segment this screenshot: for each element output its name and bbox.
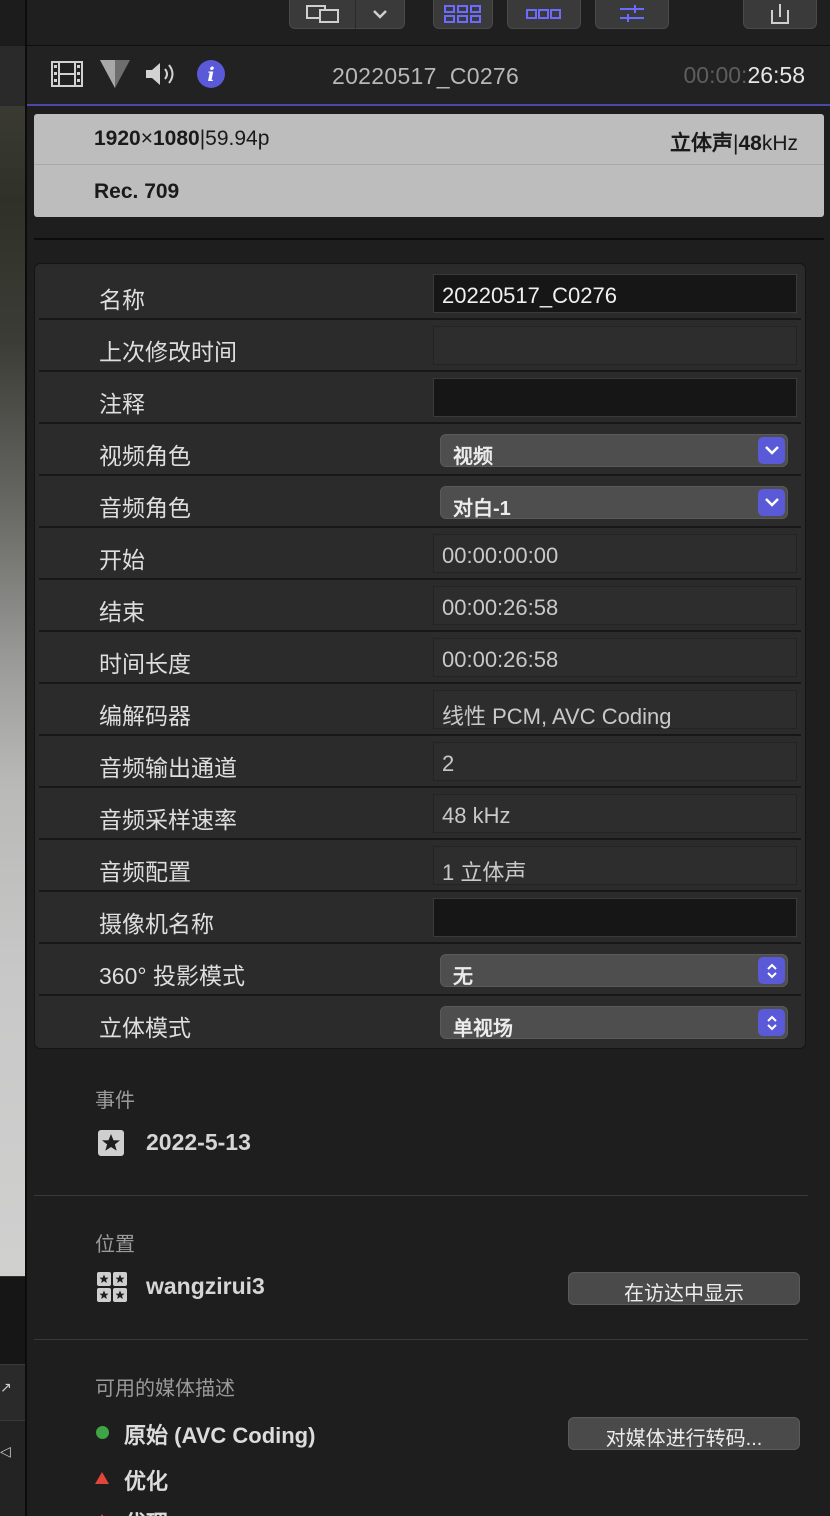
projection-mode-popup[interactable]: 无 — [440, 954, 788, 988]
location-section-title: 位置 — [95, 1234, 135, 1256]
svg-text:i: i — [207, 64, 214, 86]
viewer-fullscreen-button[interactable]: ↗ — [0, 1364, 25, 1420]
property-row-360-projection: 360° 投影模式 无 — [39, 944, 801, 996]
property-row-video-role: 视频角色 视频 — [39, 424, 801, 476]
arrow-out-icon: ↗ — [0, 1379, 12, 1395]
properties-table: 名称 20220517_C0276 上次修改时间 注释 视频角色 视频 音频角色… — [34, 263, 806, 1049]
audio-inspector-tab[interactable] — [145, 60, 177, 92]
clip-title: 20220517_C0276 — [332, 63, 520, 89]
audio-format: 立体声|48kHz — [670, 132, 798, 155]
color-space: Rec. 709 — [94, 180, 180, 203]
duration-field: 00:00:26:58 — [433, 638, 797, 677]
clip-summary: 1920×1080|59.94p 立体声|48kHz Rec. 709 — [34, 114, 824, 217]
property-row-camera-name: 摄像机名称 — [39, 892, 801, 944]
available-status-icon — [96, 1426, 109, 1439]
share-button[interactable] — [743, 0, 817, 29]
info-inspector-tab[interactable]: i — [195, 59, 227, 94]
property-row-duration: 时间长度 00:00:26:58 — [39, 632, 801, 684]
event-name: 2022-5-13 — [146, 1129, 251, 1155]
viewer-toolbar-edge — [0, 0, 25, 46]
library-icon — [96, 1271, 128, 1308]
start-field: 00:00:00:00 — [433, 534, 797, 573]
monitor-icon — [290, 0, 356, 29]
property-row-notes: 注释 — [39, 372, 801, 424]
audio-config-field: 1 立体声 — [433, 846, 797, 885]
speaker-icon — [144, 61, 178, 92]
grid-icon — [443, 5, 483, 23]
media-proxy: 代理 — [124, 1506, 168, 1516]
speaker-icon: ◁ — [0, 1443, 11, 1459]
property-row-audio-role: 音频角色 对白-1 — [39, 476, 801, 528]
video-role-dropdown[interactable]: 视频 — [440, 434, 788, 468]
viewer-header-edge — [0, 46, 25, 106]
reveal-in-finder-button[interactable]: 在访达中显示 — [568, 1272, 800, 1305]
toolbar — [27, 0, 830, 46]
event-section-title: 事件 — [95, 1090, 135, 1112]
timeline-icon — [526, 8, 562, 20]
property-row-audio-config: 音频配置 1 立体声 — [39, 840, 801, 892]
display-options-button[interactable] — [289, 0, 405, 29]
viewer-audio-button[interactable]: ◁ — [0, 1420, 25, 1516]
codecs-field: 线性 PCM, AVC Coding — [433, 690, 797, 729]
audio-role-dropdown[interactable]: 对白-1 — [440, 486, 788, 520]
chevron-down-icon — [758, 437, 785, 464]
camera-name-field[interactable] — [433, 898, 797, 937]
last-modified-field — [433, 326, 797, 365]
property-row-stereo-mode: 立体模式 单视场 — [39, 996, 801, 1048]
media-original: 原始 (AVC Coding) — [124, 1423, 316, 1448]
property-row-sample-rate: 音频采样速率 48 kHz — [39, 788, 801, 840]
section-divider — [34, 1339, 808, 1340]
film-strip-icon — [51, 60, 83, 92]
stereo-mode-popup[interactable]: 单视场 — [440, 1006, 788, 1040]
inspector-toggle-button[interactable] — [595, 0, 669, 29]
chevron-updown-icon — [758, 1009, 785, 1036]
media-section-title: 可用的媒体描述 — [95, 1378, 235, 1400]
property-row-codecs: 编解码器 线性 PCM, AVC Coding — [39, 684, 801, 736]
viewer-edge: ↗ ◁ — [0, 0, 25, 1516]
notes-field[interactable] — [433, 378, 797, 417]
browser-toggle-button[interactable] — [433, 0, 493, 29]
inspector-header: i 20220517_C0276 00:00:26:58 — [27, 46, 830, 106]
video-inspector-tab[interactable] — [51, 60, 83, 92]
resolution-framerate: 1920×1080|59.94p — [94, 127, 270, 150]
section-divider — [34, 1195, 808, 1196]
property-row-end: 结束 00:00:26:58 — [39, 580, 801, 632]
panel-divider[interactable] — [25, 0, 27, 1516]
color-wedge-icon — [99, 59, 131, 94]
transcode-media-button[interactable]: 对媒体进行转码... — [568, 1417, 800, 1450]
timeline-toggle-button[interactable] — [507, 0, 581, 29]
chevron-down-icon — [356, 9, 404, 19]
color-inspector-tab[interactable] — [99, 59, 131, 94]
end-field: 00:00:26:58 — [433, 586, 797, 625]
property-row-audio-channels: 音频输出通道 2 — [39, 736, 801, 788]
chevron-down-icon — [758, 489, 785, 516]
info-icon: i — [196, 59, 226, 94]
section-divider — [34, 238, 824, 240]
audio-channels-field: 2 — [433, 742, 797, 781]
star-event-icon — [97, 1129, 125, 1162]
viewer-footer-edge — [0, 1276, 25, 1364]
missing-status-icon — [95, 1472, 109, 1484]
clip-duration-timecode: 00:00:26:58 — [683, 62, 805, 88]
sliders-icon — [619, 4, 645, 24]
summary-format-row: 1920×1080|59.94p 立体声|48kHz — [34, 114, 824, 165]
media-optimized: 优化 — [124, 1469, 169, 1494]
name-field[interactable]: 20220517_C0276 — [433, 274, 797, 313]
property-row-start: 开始 00:00:00:00 — [39, 528, 801, 580]
sample-rate-field: 48 kHz — [433, 794, 797, 833]
property-row-last-modified: 上次修改时间 — [39, 320, 801, 372]
location-name: wangzirui3 — [146, 1273, 265, 1299]
chevron-updown-icon — [758, 957, 785, 984]
share-icon — [768, 4, 792, 24]
property-row-name: 名称 20220517_C0276 — [39, 268, 801, 320]
viewer-frame-edge — [0, 106, 25, 1276]
